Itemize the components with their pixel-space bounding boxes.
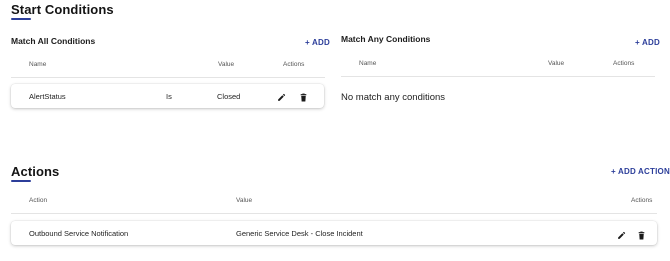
action-row: Outbound Service Notification Generic Se… — [11, 221, 657, 245]
delete-condition-button[interactable] — [297, 91, 309, 103]
action-name: Outbound Service Notification — [29, 229, 129, 238]
column-header-actions: Actions — [631, 197, 653, 204]
action-value: Generic Service Desk - Close Incident — [236, 229, 363, 238]
pencil-icon — [277, 93, 285, 101]
match-any-title: Match Any Conditions — [341, 34, 431, 44]
column-header-actions: Actions — [613, 60, 635, 67]
column-header-action: Action — [29, 197, 48, 204]
delete-action-button[interactable] — [635, 229, 647, 241]
add-match-any-button[interactable]: + ADD — [635, 38, 660, 47]
add-match-all-button[interactable]: + ADD — [305, 38, 330, 47]
actions-divider — [11, 213, 657, 214]
column-header-value: Value — [548, 60, 565, 67]
column-header-value: Value — [236, 197, 253, 204]
start-conditions-underline — [11, 18, 31, 20]
trash-icon — [300, 93, 306, 101]
condition-row: AlertStatus Is Closed — [11, 84, 324, 108]
condition-name: AlertStatus — [29, 92, 66, 101]
column-header-actions: Actions — [283, 61, 305, 68]
column-header-name: Name — [29, 61, 47, 68]
edit-condition-button[interactable] — [275, 91, 287, 103]
pencil-icon — [617, 231, 625, 239]
actions-underline — [11, 180, 31, 182]
column-header-value: Value — [218, 61, 235, 68]
start-conditions-title: Start Conditions — [11, 2, 114, 17]
match-all-divider — [11, 77, 325, 78]
empty-state-text: No match any conditions — [341, 92, 446, 103]
add-action-button[interactable]: + ADD ACTION — [611, 167, 670, 176]
column-header-name: Name — [359, 60, 377, 67]
condition-operator: Is — [166, 92, 172, 101]
edit-action-button[interactable] — [615, 229, 627, 241]
match-all-title: Match All Conditions — [11, 36, 96, 46]
actions-title: Actions — [11, 164, 60, 179]
condition-value: Closed — [217, 92, 241, 101]
match-any-divider — [341, 76, 655, 77]
trash-icon — [638, 231, 644, 239]
